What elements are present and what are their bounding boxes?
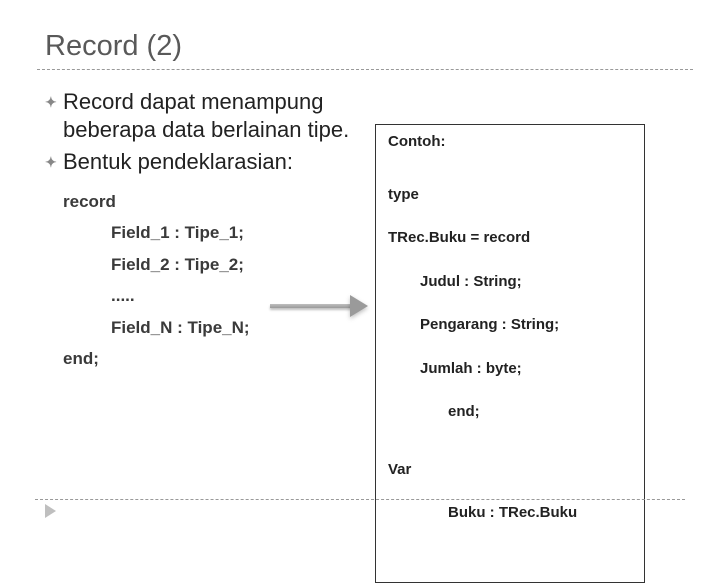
code-line: TRec.Buku = record: [388, 227, 632, 249]
arrow-icon: [270, 295, 370, 317]
slide-title: Record (2): [45, 30, 685, 63]
code-line: Jumlah : byte;: [420, 358, 632, 380]
syntax-line: Field_2 : Tipe_2;: [111, 249, 375, 280]
content-area: ✦ Record dapat menampung beberapa data b…: [45, 88, 685, 583]
page-marker-icon: [45, 504, 56, 518]
syntax-record-keyword: record: [63, 186, 375, 217]
bullet-text: Bentuk pendeklarasian:: [63, 148, 293, 176]
code-line: Judul : String;: [420, 271, 632, 293]
left-column: ✦ Record dapat menampung beberapa data b…: [45, 88, 375, 583]
bullet-item: ✦ Bentuk pendeklarasian:: [45, 148, 375, 176]
right-column: Contoh: type TRec.Buku = record Judul : …: [375, 124, 685, 583]
syntax-line: Field_1 : Tipe_1;: [111, 217, 375, 248]
title-divider: [37, 69, 693, 70]
bullet-icon: ✦: [45, 148, 63, 176]
syntax-end-keyword: end;: [63, 343, 375, 374]
code-line: end;: [448, 401, 632, 423]
code-line: Pengarang : String;: [420, 314, 632, 336]
example-label: Contoh:: [388, 133, 632, 150]
code-line: type: [388, 184, 632, 206]
bullet-icon: ✦: [45, 88, 63, 116]
code-line: Var: [388, 459, 632, 481]
bullet-item: ✦ Record dapat menampung beberapa data b…: [45, 88, 375, 144]
code-line: Buku : TRec.Buku: [448, 502, 632, 524]
syntax-block: record Field_1 : Tipe_1; Field_2 : Tipe_…: [63, 186, 375, 375]
bottom-divider: [35, 499, 685, 500]
example-box: Contoh: type TRec.Buku = record Judul : …: [375, 124, 645, 583]
bullet-text: Record dapat menampung beberapa data ber…: [63, 88, 375, 144]
example-code: type TRec.Buku = record Judul : String; …: [388, 162, 632, 568]
